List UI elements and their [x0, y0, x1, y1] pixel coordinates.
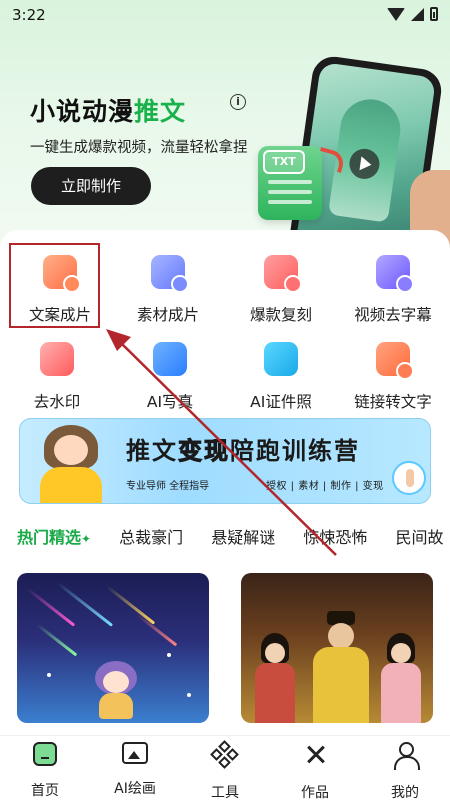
bottom-nav: 首页 AI绘画 工具 作品 我的	[0, 735, 450, 800]
tab-horror[interactable]: 惊悚恐怖	[303, 524, 367, 548]
status-bar: 3:22	[0, 0, 450, 32]
txt-file-icon: TXT	[263, 150, 305, 174]
tool-ai-portrait[interactable]: AI写真	[115, 342, 225, 412]
status-time: 3:22	[12, 6, 46, 24]
tap-hand-icon	[392, 461, 426, 495]
tool-ai-id-photo[interactable]: AI证件照	[226, 342, 336, 412]
hero-subtitle: 一键生成爆款视频，流量轻松拿捏	[30, 140, 248, 156]
status-icons	[387, 7, 438, 21]
chibi-girl-illustration	[91, 661, 141, 719]
nav-ai-painting[interactable]: AI绘画	[90, 742, 180, 798]
home-icon	[33, 742, 57, 766]
girl-illustration	[32, 423, 112, 503]
media-to-video-icon	[151, 255, 189, 293]
nav-profile[interactable]: 我的	[360, 742, 450, 800]
tool-media-to-video[interactable]: 素材成片	[113, 255, 223, 325]
signal-icon	[411, 7, 424, 21]
nav-home[interactable]: 首页	[0, 742, 90, 800]
tab-hot-picks[interactable]: 热门精选✦	[17, 524, 91, 548]
info-icon[interactable]: i	[230, 94, 246, 110]
tab-mystery[interactable]: 悬疑解谜	[211, 524, 275, 548]
tool-watermark-remove[interactable]: 去水印	[2, 342, 112, 412]
content-card[interactable]	[241, 573, 433, 723]
tool-link-to-text[interactable]: 链接转文字	[338, 342, 448, 412]
training-camp-banner[interactable]: 推文变现陪跑训练营 专业导师 全程指导 授权 | 素材 | 制作 | 变现	[19, 418, 431, 504]
tool-replicate[interactable]: 爆款复刻	[226, 255, 336, 325]
tools-icon	[210, 740, 239, 769]
tab-ceo-romance[interactable]: 总裁豪门	[119, 524, 183, 548]
watermark-remove-icon	[40, 342, 74, 376]
emperor-illustration	[313, 611, 369, 723]
id-photo-icon	[264, 342, 298, 376]
hero-banner: 3:22 小说动漫推文 i 一键生成爆款视频，流量轻松拿捏 立即制作 TXT	[0, 0, 450, 262]
banner-subtitle-right: 授权 | 素材 | 制作 | 变现	[266, 481, 384, 492]
link-to-text-icon	[376, 342, 414, 380]
works-icon	[302, 742, 328, 768]
battery-icon	[430, 7, 438, 21]
wifi-icon	[387, 7, 405, 21]
banner-subtitle-left: 专业导师 全程指导	[126, 481, 210, 492]
banner-title: 推文变现陪跑训练营	[126, 437, 360, 466]
camera-icon	[153, 342, 187, 376]
image-icon	[122, 742, 148, 764]
tab-folk-tales[interactable]: 民间故	[396, 524, 444, 548]
tool-remove-subtitle[interactable]: 视频去字幕	[338, 255, 448, 325]
annotation-highlight-box	[9, 243, 100, 328]
replicate-icon	[264, 255, 302, 293]
nav-works[interactable]: 作品	[270, 742, 360, 800]
profile-icon	[392, 742, 420, 770]
sparkle-icon: ✦	[81, 532, 92, 546]
category-tabs: 热门精选✦ 总裁豪门 悬疑解谜 惊悚恐怖 民间故	[17, 524, 450, 552]
make-now-button[interactable]: 立即制作	[31, 167, 151, 205]
remove-subtitle-icon	[376, 255, 414, 293]
nav-tools[interactable]: 工具	[180, 740, 270, 800]
hero-title: 小说动漫推文	[30, 97, 187, 126]
content-card[interactable]	[17, 573, 209, 723]
